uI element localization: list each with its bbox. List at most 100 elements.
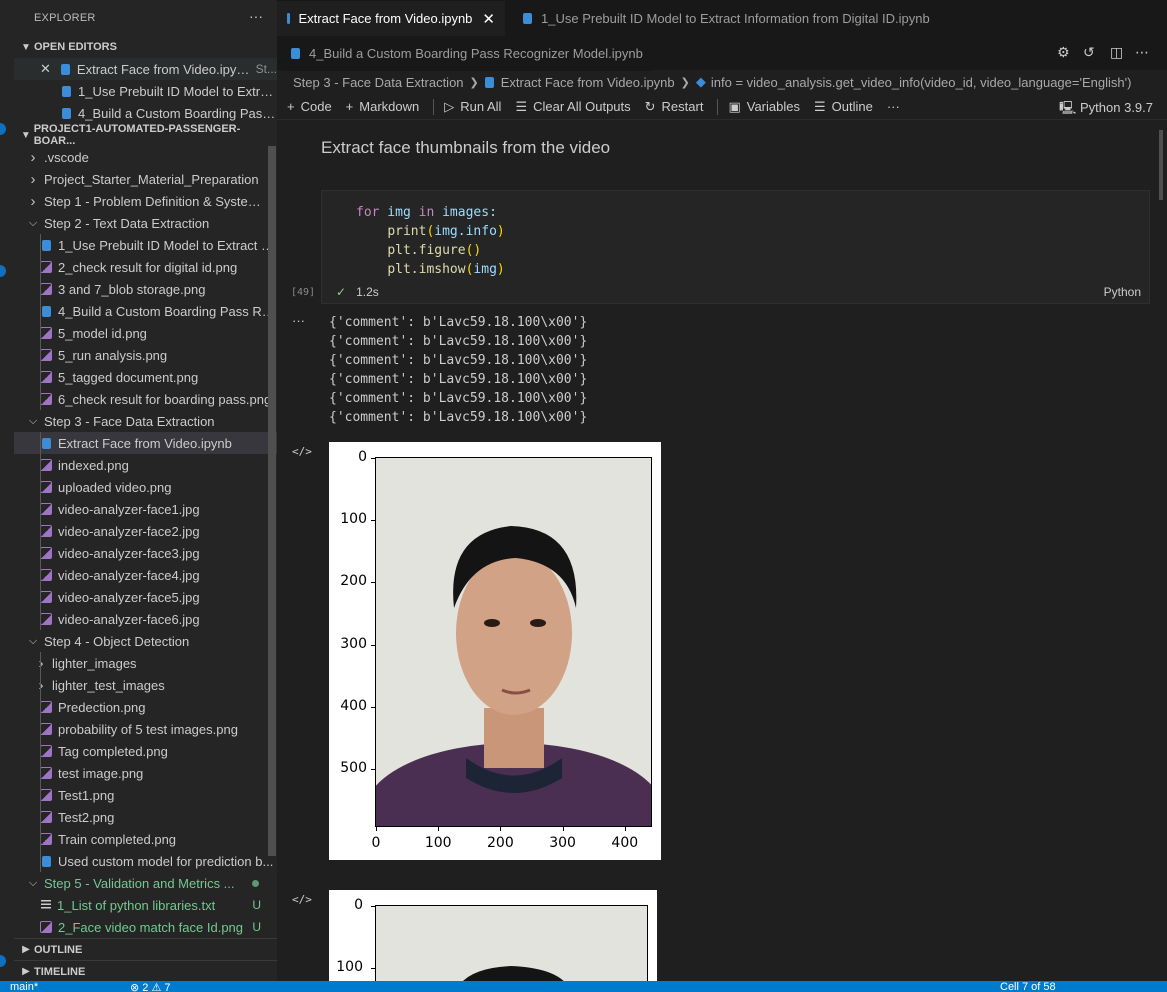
code-cell[interactable]: for img in images: print(img.info) plt.f… <box>321 190 1150 304</box>
image-file-icon <box>40 525 52 537</box>
tree-file[interactable]: Used custom model for prediction b... <box>14 850 277 872</box>
tree-item-label: Step 2 - Text Data Extraction <box>44 215 210 231</box>
split-editor-icon[interactable]: ◫ <box>1110 44 1123 61</box>
timeline-label: TIMELINE <box>34 965 86 978</box>
outline-button[interactable]: ☰ Outline <box>814 99 873 115</box>
activity-badge[interactable] <box>0 955 6 967</box>
code-editor[interactable]: for img in images: print(img.info) plt.f… <box>356 203 505 279</box>
tree-file[interactable]: indexed.png <box>14 454 277 476</box>
tree-folder[interactable]: › Step 1 - Problem Definition & System ..… <box>14 190 277 212</box>
tab-extract-face[interactable]: Extract Face from Video.ipynb ✕ <box>277 1 505 36</box>
sidebar-scrollbar[interactable] <box>268 146 276 856</box>
open-editor-item[interactable]: 4_Build a Custom Boarding Pass ... <box>14 102 277 124</box>
tree-file[interactable]: 5_run analysis.png <box>14 344 277 366</box>
notebook-icon <box>287 13 290 24</box>
cell-language[interactable]: Python <box>1104 285 1141 299</box>
tree-file[interactable]: Train completed.png <box>14 828 277 850</box>
y-tick-mark <box>371 458 375 459</box>
variables-button[interactable]: ▣ Variables <box>728 99 800 115</box>
code-args: img <box>473 262 497 277</box>
tree-file[interactable]: 2_check result for digital id.png <box>14 256 277 278</box>
cell-output-text: {'comment': b'Lavc59.18.100\x00'} {'comme… <box>329 313 587 427</box>
open-editor-item[interactable]: ✕ Extract Face from Video.ipynb St... <box>14 58 277 80</box>
markdown-cell[interactable]: Extract face thumbnails from the video <box>321 138 610 158</box>
tab-boarding-pass[interactable]: 4_Build a Custom Boarding Pass Recognize… <box>281 36 653 71</box>
timeline-section[interactable]: ▶ TIMELINE <box>14 960 277 981</box>
x-tick-label: 100 <box>424 835 452 851</box>
tree-file[interactable]: video-analyzer-face3.jpg <box>14 542 277 564</box>
kernel-picker[interactable]: 🖳 Python 3.9.7 <box>1059 99 1153 121</box>
tree-file[interactable]: video-analyzer-face6.jpg <box>14 608 277 630</box>
add-markdown-button[interactable]: + Markdown <box>346 99 420 114</box>
breadcrumb-symbol[interactable]: info = video_analysis.get_video_info(vid… <box>711 75 1132 90</box>
tree-file[interactable]: test image.png <box>14 762 277 784</box>
tree-file[interactable]: Tag completed.png <box>14 740 277 762</box>
tree-file[interactable]: 4_Build a Custom Boarding Pass Rec... <box>14 300 277 322</box>
more-actions-icon[interactable]: ··· <box>249 8 263 24</box>
project-section[interactable]: ▼ PROJECT1-AUTOMATED-PASSENGER-BOAR... <box>14 123 277 147</box>
tree-file[interactable]: 6_check result for boarding pass.png <box>14 388 277 410</box>
tree-file[interactable]: Test2.png <box>14 806 277 828</box>
run-all-button[interactable]: ▷ Run All <box>444 99 501 115</box>
more-actions-icon[interactable]: ⋯ <box>1135 44 1149 61</box>
tree-folder[interactable]: ⌵ Step 5 - Validation and Metrics ... <box>14 872 277 894</box>
gear-icon[interactable]: ⚙ <box>1057 44 1070 61</box>
tree-file[interactable]: probability of 5 test images.png <box>14 718 277 740</box>
image-file-icon <box>40 723 52 735</box>
tree-folder[interactable]: › .vscode <box>14 146 277 168</box>
add-code-button[interactable]: + Code <box>287 99 332 114</box>
tab-prebuilt-id[interactable]: 1_Use Prebuilt ID Model to Extract Infor… <box>513 1 940 36</box>
image-file-icon <box>40 327 52 339</box>
tree-file[interactable]: uploaded video.png <box>14 476 277 498</box>
image-file-icon <box>40 701 52 713</box>
tree-file[interactable]: 2_Face video match face Id.png U <box>14 916 277 938</box>
tree-file[interactable]: Extract Face from Video.ipynb <box>14 432 277 454</box>
problems-indicator[interactable]: ⊗ 2 ⚠ 7 <box>130 981 170 992</box>
tree-file[interactable]: 1_Use Prebuilt ID Model to Extract In... <box>14 234 277 256</box>
breadcrumb-file[interactable]: Extract Face from Video.ipynb <box>501 75 675 90</box>
cell-position[interactable]: Cell 7 of 58 <box>1000 981 1056 992</box>
tree-file[interactable]: 5_model id.png <box>14 322 277 344</box>
close-icon[interactable]: ✕ <box>482 10 495 28</box>
output-code-icon[interactable]: </> <box>292 893 312 906</box>
notebook-icon <box>42 437 51 449</box>
tree-file[interactable]: video-analyzer-face4.jpg <box>14 564 277 586</box>
image-file-icon <box>40 547 52 559</box>
tree-folder[interactable]: ⌵ Step 3 - Face Data Extraction <box>14 410 277 432</box>
outline-section[interactable]: ▶ OUTLINE <box>14 938 277 960</box>
restart-button[interactable]: ↻ Restart <box>645 99 704 115</box>
code-args: img.info <box>434 224 497 239</box>
output-line: {'comment': b'Lavc59.18.100\x00'} <box>329 391 588 406</box>
tree-file[interactable]: video-analyzer-face2.jpg <box>14 520 277 542</box>
close-icon[interactable]: ✕ <box>40 61 51 77</box>
editor-scrollbar[interactable] <box>1159 130 1163 200</box>
git-branch[interactable]: main* <box>10 981 38 992</box>
more-actions-button[interactable]: ··· <box>887 99 900 114</box>
image-file-icon <box>40 283 52 295</box>
tree-file[interactable]: 1_List of python libraries.txt U <box>14 894 277 916</box>
tree-folder[interactable]: ⌵ Step 4 - Object Detection <box>14 630 277 652</box>
output-more-icon[interactable]: ··· <box>292 313 305 328</box>
notebook-icon <box>42 855 51 867</box>
output-code-icon[interactable]: </> <box>292 445 312 458</box>
tree-folder[interactable]: › lighter_images <box>14 652 277 674</box>
face-thumbnail-image <box>460 966 567 984</box>
tree-folder[interactable]: ⌵ Step 2 - Text Data Extraction <box>14 212 277 234</box>
history-icon[interactable]: ↺ <box>1083 44 1095 61</box>
tree-file[interactable]: 5_tagged document.png <box>14 366 277 388</box>
tree-folder[interactable]: › Project_Starter_Material_Preparation <box>14 168 277 190</box>
tree-item-label: video-analyzer-face6.jpg <box>58 611 200 627</box>
chevron-right-icon: ❯ <box>469 76 479 89</box>
activity-badge[interactable] <box>0 123 6 135</box>
activity-badge[interactable] <box>0 265 6 277</box>
tree-file[interactable]: Test1.png <box>14 784 277 806</box>
tree-file[interactable]: 3 and 7_blob storage.png <box>14 278 277 300</box>
tree-file[interactable]: Predection.png <box>14 696 277 718</box>
open-editor-item[interactable]: 1_Use Prebuilt ID Model to Extra... <box>14 80 277 102</box>
tree-file[interactable]: video-analyzer-face1.jpg <box>14 498 277 520</box>
open-editors-section[interactable]: ▼ OPEN EDITORS <box>14 36 277 58</box>
clear-outputs-button[interactable]: ☰ Clear All Outputs <box>515 99 630 115</box>
breadcrumb-folder[interactable]: Step 3 - Face Data Extraction <box>293 75 464 90</box>
tree-file[interactable]: video-analyzer-face5.jpg <box>14 586 277 608</box>
tree-folder[interactable]: › lighter_test_images <box>14 674 277 696</box>
